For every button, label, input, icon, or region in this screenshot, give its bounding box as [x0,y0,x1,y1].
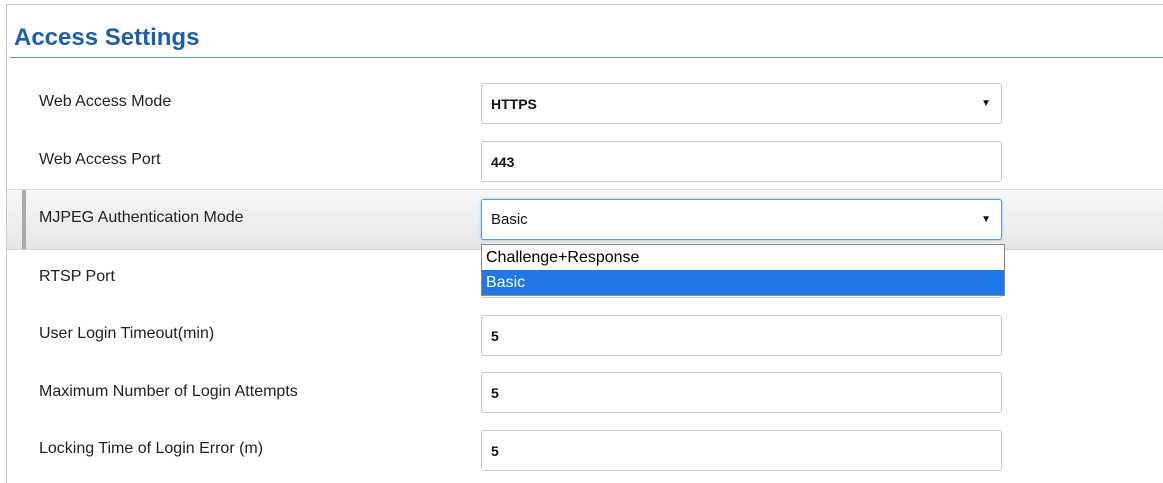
chevron-down-icon: ▼ [981,98,991,109]
dropdown-option-challenge-response[interactable]: Challenge+Response [482,245,1004,270]
chevron-down-icon: ▼ [981,214,991,225]
rtsp-port-label: RTSP Port [39,268,115,285]
user-login-timeout-label: User Login Timeout(min) [39,325,215,342]
user-login-timeout-value: 5 [491,328,499,344]
web-access-port-value: 443 [491,154,515,170]
web-access-port-label: Web Access Port [39,151,161,168]
mjpeg-auth-mode-value: Basic [491,211,528,228]
locking-time-label: Locking Time of Login Error (m) [39,440,264,457]
mjpeg-auth-mode-dropdown: Challenge+Response Basic [481,244,1005,296]
locking-time-value: 5 [491,443,499,459]
dropdown-option-basic[interactable]: Basic [482,270,1004,295]
title-divider [10,57,1163,58]
section-title: Access Settings [14,24,200,51]
web-access-mode-value: HTTPS [491,96,537,112]
web-access-port-input[interactable]: 443 [481,141,1002,182]
max-login-attempts-value: 5 [491,385,499,401]
web-access-mode-select[interactable]: HTTPS ▼ [481,83,1002,124]
locking-time-input[interactable]: 5 [481,430,1002,471]
max-login-attempts-input[interactable]: 5 [481,372,1002,413]
row-marker [22,190,26,249]
user-login-timeout-input[interactable]: 5 [481,315,1002,356]
web-access-mode-label: Web Access Mode [39,93,172,110]
max-login-attempts-label: Maximum Number of Login Attempts [39,383,298,400]
mjpeg-auth-mode-label: MJPEG Authentication Mode [39,209,244,226]
mjpeg-auth-mode-select[interactable]: Basic ▼ [481,199,1002,240]
